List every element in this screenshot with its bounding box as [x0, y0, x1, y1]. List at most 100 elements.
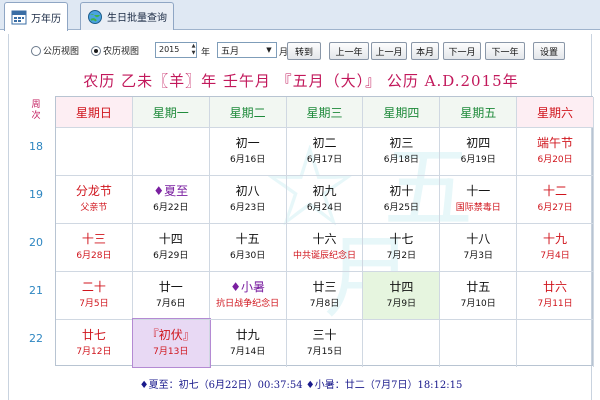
tab-label: 万年历 [31, 13, 61, 25]
day-cell[interactable]: ♦小暑抗日战争纪念日 [209, 271, 287, 319]
lunar-date: 十二 [543, 184, 568, 198]
day-cell[interactable]: 十一 国际禁毒日 [440, 175, 518, 223]
solar-date: 国际禁毒日 [455, 203, 501, 213]
solar-date: 7月3日 [463, 251, 493, 261]
day-cell[interactable]: 十五 6月30日 [209, 223, 287, 271]
solar-date: 7月8日 [309, 299, 340, 309]
lunar-date: 三十 [312, 328, 337, 342]
day-cell[interactable]: 二十 7月5日 [56, 271, 133, 319]
day-cell[interactable]: 分龙节 父亲节 [56, 175, 133, 223]
day-cell[interactable]: 初三 6月18日 [363, 127, 441, 175]
day-cell[interactable]: 廿七 7月12日 [56, 319, 133, 367]
solar-date: 6月20日 [537, 155, 573, 165]
calendar-icon [11, 9, 27, 25]
prev-year-button[interactable]: 上一年 [329, 42, 369, 60]
lunar-date: 十四 [158, 232, 183, 246]
lunar-date: 廿三 [312, 280, 337, 294]
tab-birthday-batch-query[interactable]: 生日批量查询 [80, 2, 174, 30]
day-cell[interactable]: 廿一 7月6日 [132, 271, 210, 319]
solar-date: 6月22日 [153, 203, 189, 213]
day-cell[interactable]: 十六 中共诞辰纪念日 [286, 223, 364, 271]
day-cell[interactable]: 廿四 7月9日 [363, 271, 441, 319]
day-cell[interactable]: 十七 7月2日 [363, 223, 441, 271]
solar-date: 7月2日 [386, 251, 417, 261]
day-cell [363, 319, 441, 367]
goto-button[interactable]: 转到 [287, 42, 321, 60]
day-cell[interactable]: 初四 6月19日 [440, 127, 518, 175]
month-value: 五月 [221, 47, 240, 57]
solar-date: 6月16日 [230, 155, 266, 165]
week-number: 21 [29, 284, 43, 297]
lunar-date: 十一 [466, 184, 491, 198]
prev-month-button[interactable]: 上一月 [371, 42, 407, 60]
month-select[interactable]: 五月 ▼ [217, 42, 277, 58]
week-number: 22 [29, 332, 43, 345]
lunar-date: 初一 [235, 136, 260, 150]
next-year-button[interactable]: 下一年 [485, 42, 525, 60]
solar-date: 7月11日 [537, 299, 573, 309]
lunar-date: 『初伏』 [146, 328, 195, 342]
day-cell[interactable]: ♦夏至 6月22日 [132, 175, 210, 223]
solar-date: 6月30日 [230, 251, 266, 261]
day-cell[interactable]: 廿五 7月10日 [440, 271, 518, 319]
calendar-title: 农历 乙未〖羊〗年 壬午月 『五月（大）』 公历 A.D.2015年 [83, 72, 519, 90]
day-cell[interactable]: 廿六 7月11日 [517, 271, 594, 319]
weekday-header: 星期六 [517, 97, 594, 127]
year-spinner[interactable]: ▲ ▼ [190, 43, 197, 57]
radio-lunar-view[interactable]: 农历视图 [91, 44, 139, 57]
tab-perpetual-calendar[interactable]: 万年历 [4, 2, 68, 31]
solar-date: 6月24日 [306, 203, 343, 213]
weekday-header: 星期二 [209, 97, 287, 127]
solar-date: 6月25日 [383, 203, 419, 213]
day-cell[interactable]: 十八 7月3日 [440, 223, 518, 271]
lunar-date: 初二 [312, 136, 337, 150]
solar-date: 7月13日 [153, 347, 189, 357]
weekday-header: 星期三 [286, 97, 364, 127]
radio-label: 公历视图 [43, 47, 80, 57]
solar-date: 中共诞辰纪念日 [292, 251, 356, 261]
radio-gregorian-view[interactable]: 公历视图 [31, 44, 79, 57]
day-cell[interactable]: 初九 6月24日 [286, 175, 364, 223]
lunar-date: 初九 [312, 184, 337, 198]
lunar-date: 十三 [81, 232, 106, 246]
lunar-date: 十九 [543, 232, 568, 246]
globe-icon [87, 9, 103, 25]
day-cell[interactable]: 十三 6月28日 [56, 223, 133, 271]
day-cell[interactable]: 十九 7月4日 [517, 223, 594, 271]
this-month-button[interactable]: 本月 [411, 42, 439, 60]
weekday-header: 星期五 [440, 97, 518, 127]
lunar-date: ♦夏至 [153, 184, 189, 198]
day-cell[interactable]: 端午节 6月20日 [517, 127, 594, 175]
day-cell[interactable]: 初二 6月17日 [286, 127, 364, 175]
lunar-date: ♦小暑 [230, 280, 265, 294]
lunar-date: 十六 [312, 232, 337, 246]
lunar-date: 初四 [466, 136, 491, 150]
day-cell[interactable]: 『初伏』 7月13日 [131, 318, 211, 368]
lunar-date: 廿五 [466, 280, 491, 294]
lunar-date: 廿一 [158, 280, 183, 294]
day-cell[interactable]: 廿三 7月8日 [286, 271, 364, 319]
settings-button[interactable]: 设置 [533, 42, 565, 60]
day-cell[interactable]: 三十 7月15日 [286, 319, 364, 367]
week-number: 20 [29, 236, 43, 249]
solar-date: 7月14日 [230, 347, 266, 357]
radio-dot [31, 45, 41, 56]
week-number-column: 周次 18 19 20 21 22 [17, 96, 55, 366]
lunar-date: 廿九 [235, 328, 260, 342]
next-month-button[interactable]: 下一月 [443, 42, 481, 60]
toolbar: 公历视图 农历视图 2015 ▲ ▼ 年 五月 ▼ 月 转到 上一年 上一月 本月… [9, 40, 593, 62]
day-cell [517, 319, 594, 367]
solar-date: 抗日战争纪念日 [216, 299, 280, 309]
day-cell [440, 319, 518, 367]
day-cell[interactable]: 初八 6月23日 [209, 175, 287, 223]
day-cell[interactable]: 十四 6月29日 [132, 223, 210, 271]
solar-date: 7月5日 [79, 299, 109, 309]
weekday-header: 星期一 [132, 97, 210, 127]
lunar-date: 二十 [81, 280, 106, 294]
solar-date: 6月18日 [383, 155, 419, 165]
day-cell[interactable]: 十二 6月27日 [517, 175, 594, 223]
day-cell[interactable]: 初十 6月25日 [363, 175, 441, 223]
day-cell[interactable]: 廿九 7月14日 [209, 319, 287, 367]
solar-date: 父亲节 [80, 203, 108, 213]
day-cell[interactable]: 初一 6月16日 [209, 127, 287, 175]
